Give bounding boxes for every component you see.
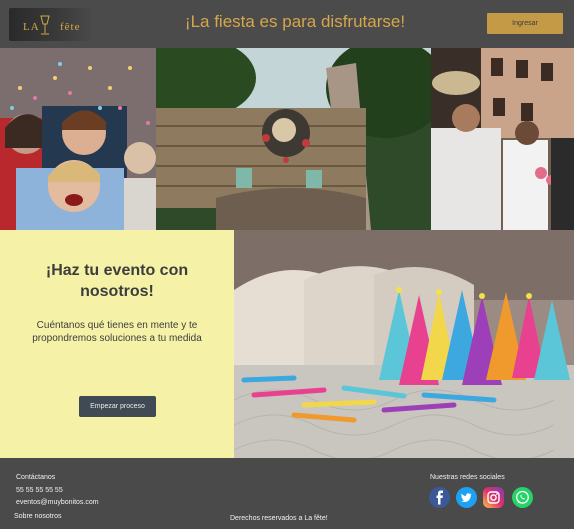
login-button[interactable]: Ingresar (487, 13, 563, 34)
site-logo[interactable]: LA fête (9, 8, 92, 41)
about-link[interactable]: Sobre nosotros (14, 513, 61, 520)
champagne-glass-icon (40, 15, 50, 35)
instagram-icon[interactable] (483, 487, 504, 508)
cta-text: Cuéntanos qué tienes en mente y te propo… (32, 320, 202, 344)
cta-panel: ¡Haz tu evento con nosotros! Cuéntanos q… (0, 230, 234, 458)
twitter-icon[interactable] (456, 487, 477, 508)
contact-title: Contáctanos (16, 474, 56, 481)
rights-text: Derechos reservados a La fête! (230, 515, 328, 522)
contact-email[interactable]: eventos@muybonitos.com (16, 499, 99, 506)
facebook-icon[interactable] (429, 487, 450, 508)
logo-text-right: fête (60, 21, 81, 33)
party-hats-photo (234, 230, 574, 458)
start-process-button[interactable]: Empezar proceso (79, 396, 156, 417)
site-header: LA fête ¡La fiesta es para disfrutarse! … (0, 0, 574, 48)
social-title: Nuestras redes sociales (430, 474, 505, 481)
contact-phone: 55 55 55 55 55 (16, 487, 63, 494)
street-celebration-photo (431, 48, 574, 230)
cta-title: ¡Haz tu evento con nosotros! (45, 262, 189, 300)
outdoor-party-photo (156, 48, 431, 230)
photo-gallery (0, 48, 574, 230)
party-people-photo (0, 48, 156, 230)
page-title: ¡La fiesta es para disfrutarse! (184, 12, 406, 31)
whatsapp-icon[interactable] (512, 487, 533, 508)
site-footer: Contáctanos 55 55 55 55 55 eventos@muybo… (0, 458, 574, 529)
